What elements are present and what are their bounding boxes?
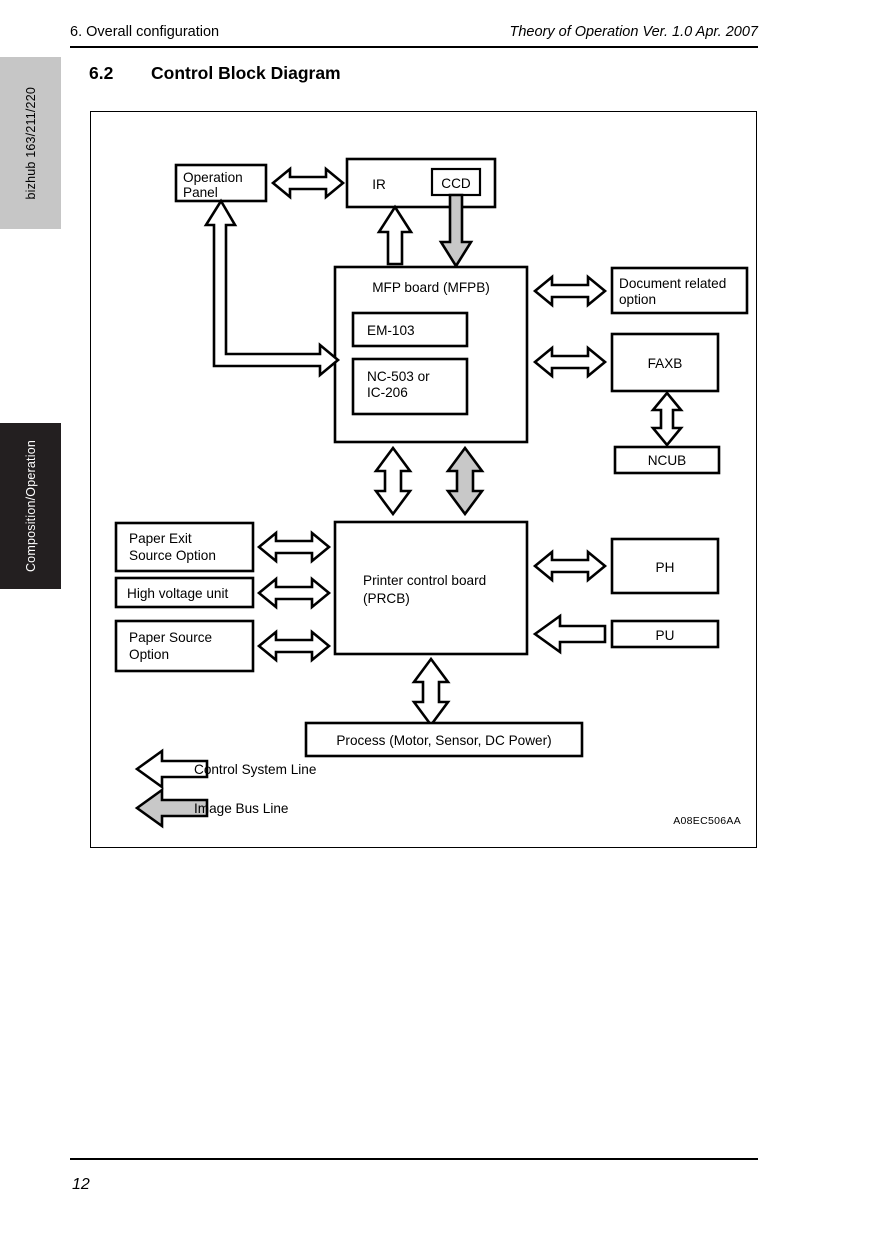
arrow-operation-panel-to-ir xyxy=(270,166,346,200)
side-tab-product: bizhub 163/211/220 xyxy=(0,57,61,229)
prcb-label-line1: Printer control board xyxy=(363,573,486,588)
arrow-mfp-board-to-faxb xyxy=(532,345,608,379)
side-tab-section-label: Composition/Operation xyxy=(23,439,38,573)
arrow-mfp-board-to-document-option xyxy=(532,274,608,308)
legend-control-system-line-label: Control System Line xyxy=(194,762,316,777)
ir-label: IR xyxy=(372,177,386,192)
header-document-title: Theory of Operation Ver. 1.0 Apr. 2007 xyxy=(509,24,758,40)
legend-image-bus-line: Image Bus Line xyxy=(134,787,288,829)
legend-image-bus-line-label: Image Bus Line xyxy=(194,801,288,816)
prcb-label-line2: (PRCB) xyxy=(363,591,410,606)
header-divider xyxy=(70,46,758,48)
page-title: 6.2 Control Block Diagram xyxy=(89,63,341,84)
arrow-mfp-board-to-prcb-control xyxy=(373,445,413,517)
arrow-prcb-to-ph xyxy=(532,549,608,583)
legend-control-system-line: Control System Line xyxy=(134,748,316,790)
high-voltage-unit-label: High voltage unit xyxy=(127,586,228,601)
arrow-high-voltage-unit-to-prcb xyxy=(256,576,332,610)
arrow-pu-to-prcb xyxy=(532,613,607,655)
document-option-label-line1: Document related xyxy=(619,276,726,291)
pu-label: PU xyxy=(656,628,675,643)
nc503-label-line2: IC-206 xyxy=(367,385,408,400)
mfp-board-label: MFP board (MFPB) xyxy=(372,280,490,295)
operation-panel-label-line2: Panel xyxy=(183,185,218,200)
footer-divider xyxy=(70,1158,758,1160)
side-tab-section: Composition/Operation xyxy=(0,423,61,589)
faxb-label: FAXB xyxy=(648,356,683,371)
arrow-paper-exit-option-to-prcb xyxy=(256,530,332,564)
ph-label: PH xyxy=(656,560,675,575)
page-number: 12 xyxy=(72,1176,90,1193)
ccd-label: CCD xyxy=(441,176,471,191)
nc503-label-line1: NC-503 or xyxy=(367,369,430,384)
arrow-prcb-to-process xyxy=(411,656,451,728)
control-block-diagram-figure: Operation Panel IR CCD MFP board (MFPB) … xyxy=(90,111,757,848)
figure-code: A08EC506AA xyxy=(673,815,741,827)
paper-source-option-label-line1: Paper Source xyxy=(129,630,212,645)
operation-panel-label-line1: Operation xyxy=(183,170,243,185)
arrow-mfp-board-to-prcb-image-bus xyxy=(445,445,485,517)
header-chapter-title: 6. Overall configuration xyxy=(70,24,220,40)
ncub-label: NCUB xyxy=(648,453,687,468)
section-number: 6.2 xyxy=(89,63,114,83)
arrow-faxb-to-ncub xyxy=(650,390,684,448)
paper-exit-option-label-line1: Paper Exit xyxy=(129,531,192,546)
process-label: Process (Motor, Sensor, DC Power) xyxy=(336,733,551,748)
arrow-mfp-board-to-ir xyxy=(376,204,414,266)
arrow-operation-panel-to-mfp-board xyxy=(203,198,341,378)
side-tab-product-label: bizhub 163/211/220 xyxy=(23,86,38,200)
paper-exit-option-label-line2: Source Option xyxy=(129,548,216,563)
em103-label: EM-103 xyxy=(367,323,415,338)
arrow-paper-source-option-to-prcb xyxy=(256,629,332,663)
section-title: Control Block Diagram xyxy=(151,63,341,83)
paper-source-option-label-line2: Option xyxy=(129,647,169,662)
document-option-label-line2: option xyxy=(619,292,656,307)
